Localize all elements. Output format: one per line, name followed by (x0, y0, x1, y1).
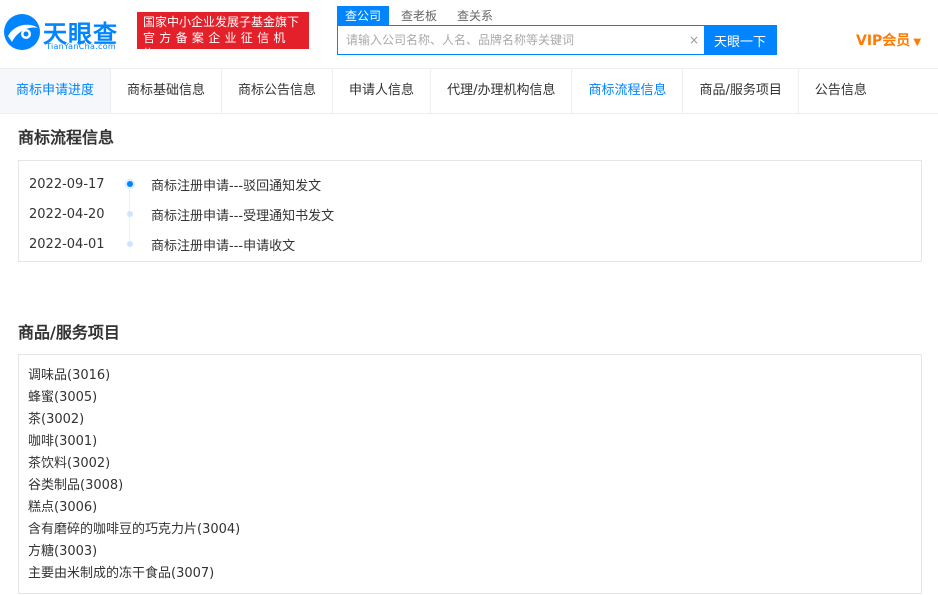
tab-announcement-info[interactable]: 商标公告信息 (222, 69, 334, 113)
search-tab-company[interactable]: 查公司 (337, 6, 390, 26)
site-logo[interactable]: 天眼查 TianYanCha.com (2, 10, 130, 54)
list-item: 方糖(3003) (28, 544, 98, 559)
search-tab-boss[interactable]: 查老板 (393, 6, 445, 26)
tab-basic-info[interactable]: 商标基础信息 (111, 69, 223, 113)
tab-application-progress[interactable]: 商标申请进度 (0, 69, 112, 113)
tab-notice-info[interactable]: 公告信息 (799, 69, 883, 113)
timeline-date: 2022-09-17 (29, 176, 105, 192)
list-item: 主要由米制成的冻干食品(3007) (28, 566, 215, 581)
chevron-down-icon: ▼ (913, 37, 922, 48)
search-tab-relation[interactable]: 查关系 (449, 6, 501, 26)
timeline-dot-icon (127, 241, 133, 247)
timeline-date: 2022-04-01 (29, 236, 105, 252)
list-item: 咖啡(3001) (28, 434, 98, 449)
clear-icon[interactable]: × (684, 26, 704, 54)
goods-services-list: 调味品(3016) 蜂蜜(3005) 茶(3002) 咖啡(3001) 茶饮料(… (18, 354, 922, 594)
search-input[interactable] (338, 26, 684, 54)
list-item: 茶(3002) (28, 412, 85, 427)
timeline-text: 商标注册申请---受理通知书发文 (151, 208, 335, 224)
timeline-item: 2022-09-17 商标注册申请---驳回通知发文 (29, 169, 911, 211)
site-header: 天眼查 TianYanCha.com 国家中小企业发展子基金旗下 官方备案企业征… (0, 0, 938, 68)
tab-flow-info[interactable]: 商标流程信息 (572, 69, 684, 113)
tianyancha-logo-icon (4, 14, 40, 50)
timeline-dot-icon (127, 211, 133, 217)
timeline-date: 2022-04-20 (29, 206, 105, 222)
badge-line-2: 官方备案企业征信机构 (143, 31, 290, 61)
logo-subtext: TianYanCha.com (46, 42, 116, 51)
list-item: 含有磨碎的咖啡豆的巧克力片(3004) (28, 522, 241, 537)
list-item: 谷类制品(3008) (28, 478, 124, 493)
trademark-tab-nav: 商标申请进度 商标基础信息 商标公告信息 申请人信息 代理/办理机构信息 商标流… (0, 68, 938, 114)
list-item: 糕点(3006) (28, 500, 98, 515)
tab-applicant-info[interactable]: 申请人信息 (333, 69, 432, 113)
timeline-item: 2022-04-01 商标注册申请---申请收文 (29, 229, 911, 259)
list-item: 蜂蜜(3005) (28, 390, 98, 405)
timeline-item: 2022-04-20 商标注册申请---受理通知书发文 (29, 199, 911, 241)
goods-section-title: 商品/服务项目 (18, 323, 120, 342)
badge-line-1: 国家中小企业发展子基金旗下 (143, 15, 300, 29)
flow-section-title: 商标流程信息 (18, 128, 115, 147)
flow-timeline: 2022-09-17 商标注册申请---驳回通知发文 2022-04-20 商标… (18, 160, 922, 262)
certification-badge[interactable]: 国家中小企业发展子基金旗下 官方备案企业征信机构 (137, 12, 309, 61)
search-button[interactable]: 天眼一下 (704, 26, 776, 54)
list-item: 调味品(3016) (28, 368, 111, 383)
search-type-tabs: 查公司 查老板 查关系 (337, 6, 505, 26)
vip-membership-link[interactable]: VIP会员 ▼ (856, 30, 921, 50)
vip-label: VIP会员 (856, 33, 911, 49)
timeline-text: 商标注册申请---申请收文 (151, 238, 296, 254)
timeline-dot-icon (127, 181, 133, 187)
tab-goods-services[interactable]: 商品/服务项目 (683, 69, 799, 113)
timeline-text: 商标注册申请---驳回通知发文 (151, 178, 322, 194)
tab-agency-info[interactable]: 代理/办理机构信息 (431, 69, 573, 113)
search-box: × 天眼一下 (337, 25, 777, 55)
list-item: 茶饮料(3002) (28, 456, 111, 471)
